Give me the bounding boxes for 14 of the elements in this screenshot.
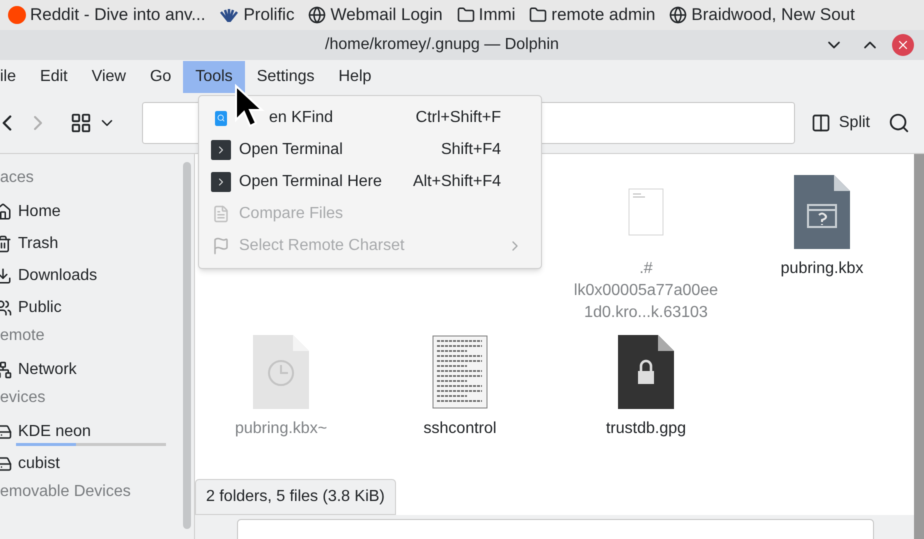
status-summary: 2 folders, 5 files (3.8 KiB) — [195, 479, 396, 515]
shortcut-text: Shift+F4 — [440, 140, 502, 160]
file-name: pubring.kbx~ — [234, 419, 328, 439]
shortcut-text: Alt+Shift+F4 — [412, 172, 502, 192]
section-heading: aces — [0, 168, 35, 188]
window-title: /home/kromey/.gnupg — Dolphin — [324, 35, 560, 55]
shortcut-text: Ctrl+Shift+F — [416, 108, 502, 128]
file-name: sshcontrol — [424, 419, 496, 439]
file-name: pubring.kbx — [780, 259, 864, 279]
section-heading: emovable Devices — [0, 482, 132, 502]
section-heading: emote — [0, 326, 46, 346]
section-heading: evices — [0, 388, 46, 408]
file-name: trustdb.gpg — [606, 419, 686, 439]
file-name: .# lk0x00005a77a00ee 1d0.kro...k.63103 — [574, 259, 718, 323]
